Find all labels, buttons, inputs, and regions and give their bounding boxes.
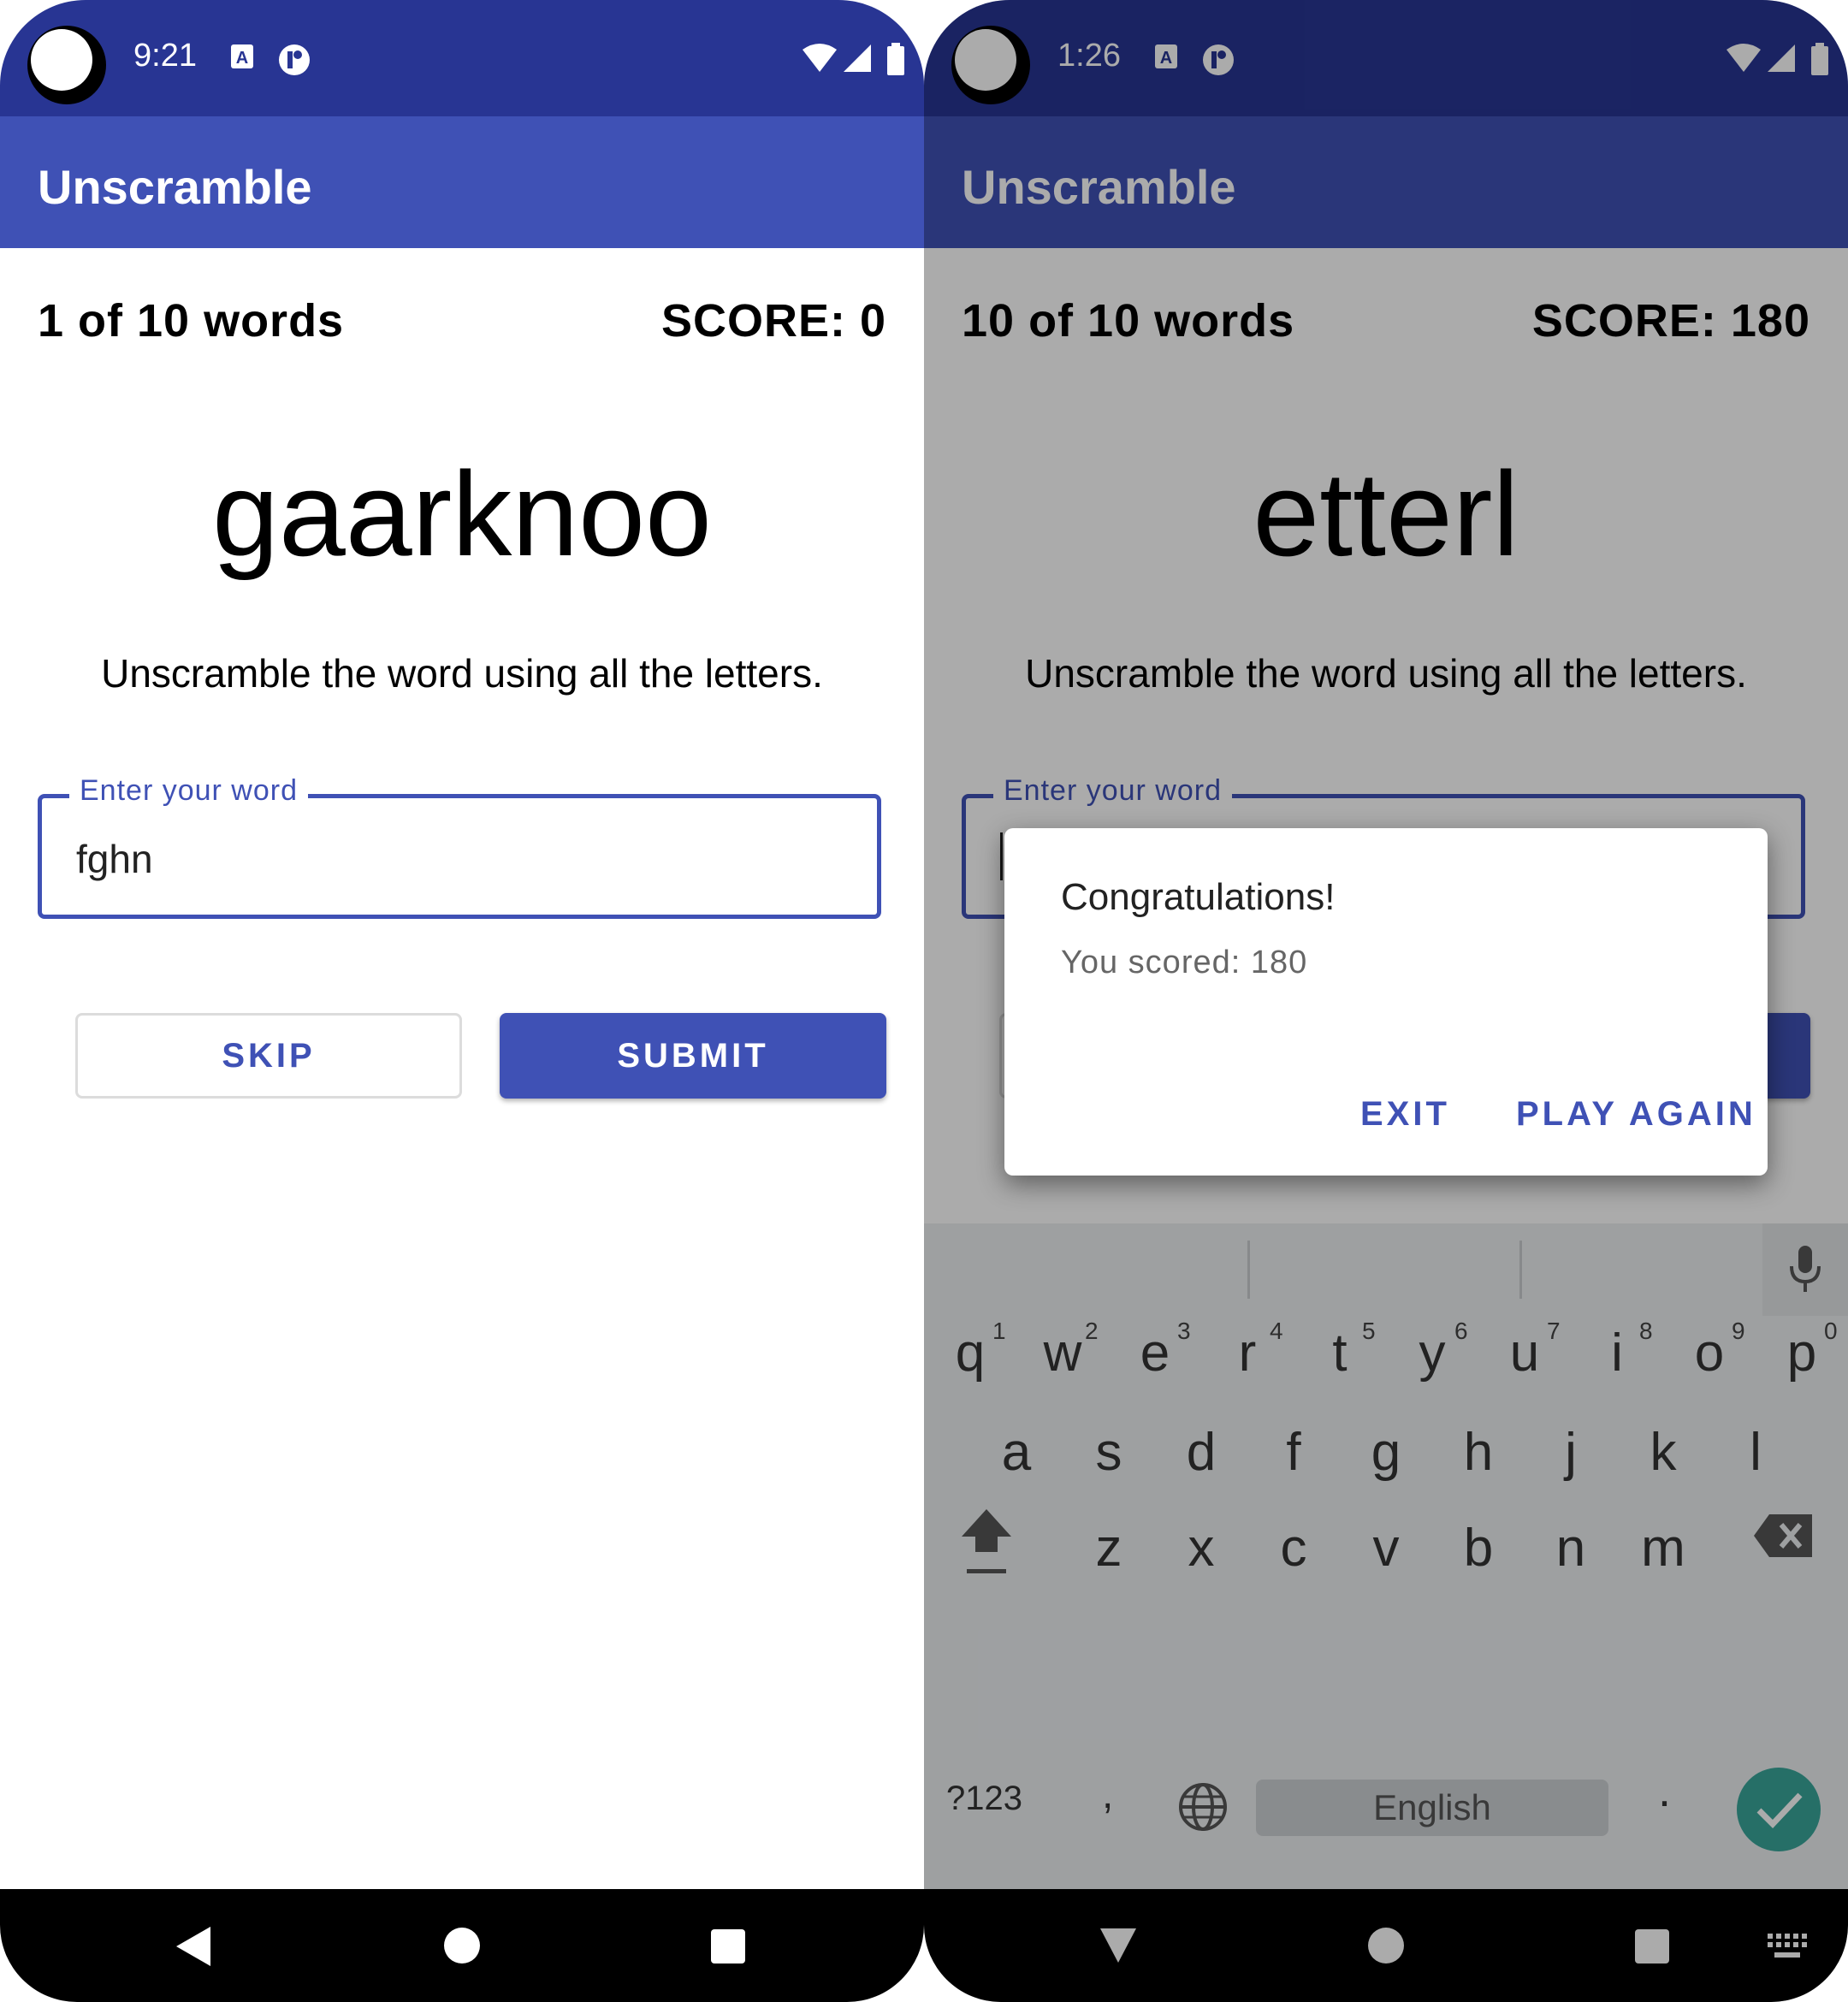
battery-icon: [886, 43, 905, 79]
word-input-field[interactable]: Enter your word fghn: [38, 774, 881, 919]
wifi-icon: [801, 43, 838, 77]
instructions-text: Unscramble the word using all the letter…: [101, 651, 823, 696]
scrambled-word: gaarknoo: [212, 447, 712, 581]
score-label: SCORE: 0: [660, 295, 886, 346]
play-again-button[interactable]: PLAY AGAIN: [1516, 1095, 1756, 1134]
phone-screen-right: 1:26 A Unscramble 10 of 10 words SCORE: …: [924, 0, 1848, 2002]
navigation-bar: [0, 1889, 924, 2002]
game-content: 1 of 10 words SCORE: 0 gaarknoo Unscramb…: [0, 248, 924, 1889]
back-icon[interactable]: [173, 1925, 212, 1971]
status-bar: 9:21 A: [0, 0, 924, 116]
phone-screen-left: 9:21 A Unscramble 1 of 10 words SCORE: 0…: [0, 0, 924, 2002]
word-input-label: Enter your word: [69, 774, 308, 808]
word-input-value[interactable]: fghn: [76, 836, 153, 882]
app-bar: Unscramble: [0, 116, 924, 248]
submit-button[interactable]: SUBMIT: [500, 1013, 886, 1099]
status-time: 9:21: [133, 38, 197, 74]
word-count: 1 of 10 words: [38, 295, 345, 346]
app-notification-icon: [277, 43, 311, 80]
congratulations-dialog: Congratulations! You scored: 180 EXIT PL…: [1004, 828, 1768, 1176]
keyboard-a-icon: A: [229, 43, 255, 74]
home-icon[interactable]: [443, 1927, 481, 1968]
svg-text:A: A: [236, 49, 248, 68]
skip-button[interactable]: SKIP: [75, 1013, 462, 1099]
app-title: Unscramble: [38, 160, 312, 214]
recents-icon[interactable]: [710, 1928, 746, 1968]
signal-icon: [842, 43, 873, 77]
exit-button[interactable]: EXIT: [1360, 1095, 1450, 1134]
dialog-title: Congratulations!: [1061, 876, 1336, 918]
dialog-message: You scored: 180: [1061, 945, 1308, 980]
camera-cutout: [27, 26, 106, 104]
